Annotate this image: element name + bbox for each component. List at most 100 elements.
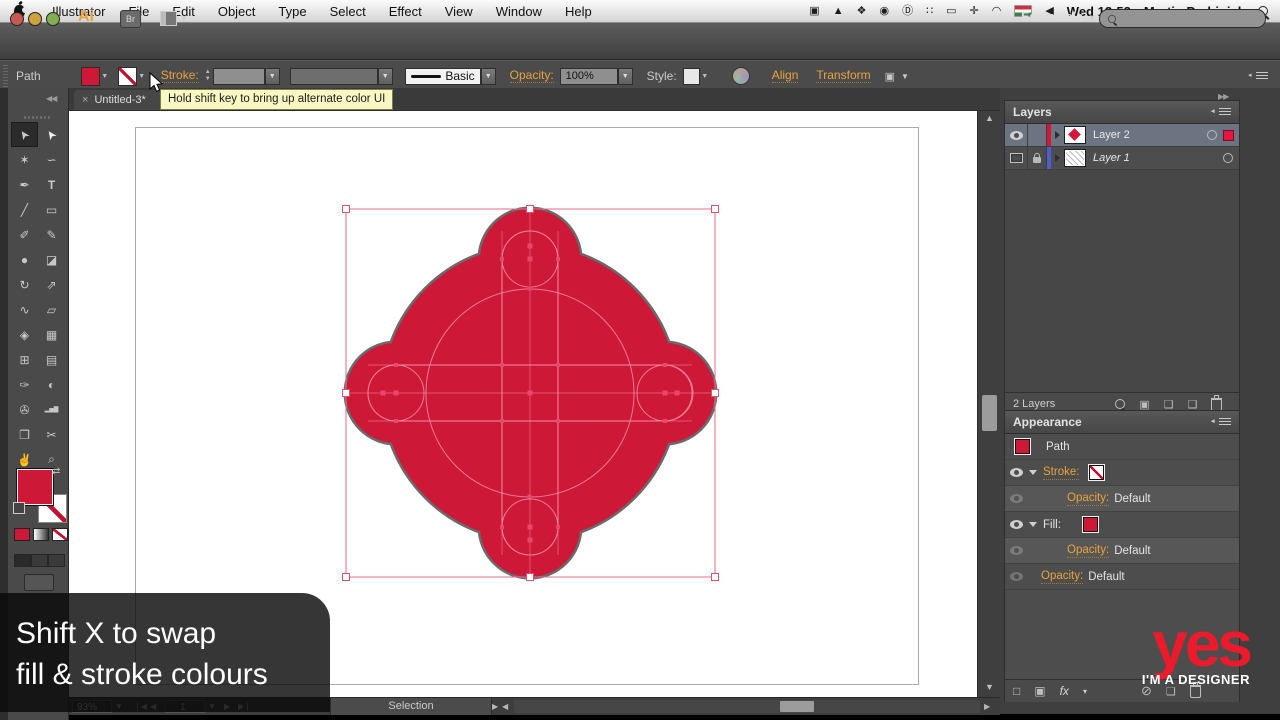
wifi-icon[interactable]: ◠	[992, 0, 1002, 22]
bridge-button[interactable]: Br	[120, 10, 141, 28]
screen-mode-button[interactable]	[24, 574, 54, 591]
control-panel-menu-icon[interactable]	[1256, 72, 1268, 80]
panel-grip[interactable]	[3, 65, 8, 87]
collapse-tools-icon[interactable]: ◀◀	[46, 94, 56, 103]
vertical-scrollbar[interactable]: ▲ ▼	[977, 110, 1001, 697]
handle-bottom-center[interactable]	[527, 574, 534, 581]
visibility-cell[interactable]	[1005, 124, 1028, 146]
type-tool[interactable]: T	[38, 172, 65, 197]
opacity-attribute-label[interactable]: Opacity:	[1041, 570, 1083, 584]
none-button[interactable]	[52, 528, 68, 541]
new-sublayer-icon[interactable]: ❏	[1164, 398, 1174, 411]
default-fill-stroke-icon[interactable]	[13, 502, 25, 514]
vertical-scroll-thumb[interactable]	[982, 395, 997, 431]
transform-link[interactable]: Transform	[816, 69, 870, 83]
fill-color-swatch[interactable]	[1083, 517, 1098, 532]
display-icon[interactable]: ▭	[946, 0, 956, 22]
menu-item[interactable]: Object	[218, 4, 256, 19]
artboard-tool[interactable]: ❐	[11, 422, 38, 447]
menu-item[interactable]: View	[445, 4, 473, 19]
mesh-tool[interactable]: ⊞	[11, 347, 38, 372]
stroke-weight-field[interactable]	[213, 68, 265, 85]
add-new-fill-icon[interactable]: ▣	[1034, 684, 1045, 698]
stroke-color-swatch[interactable]	[118, 67, 137, 86]
handle-bottom-right[interactable]	[712, 574, 719, 581]
draw-normal-button[interactable]	[14, 554, 31, 567]
visibility-cell[interactable]	[1005, 564, 1027, 589]
visibility-cell[interactable]	[1005, 147, 1028, 169]
perspective-grid-tool[interactable]: ▦	[38, 322, 65, 347]
delete-layer-icon[interactable]	[1211, 398, 1222, 411]
lock-cell[interactable]	[1028, 147, 1047, 169]
layer-row-layer1[interactable]: Layer 1	[1005, 147, 1239, 170]
lock-cell[interactable]	[1028, 124, 1047, 146]
stroke-weight-stepper[interactable]: ▲▼	[205, 70, 211, 82]
slice-tool[interactable]: ✂	[38, 422, 65, 447]
keyboard-layout-icon[interactable]: ∷	[926, 0, 933, 22]
gradient-tool[interactable]: ▤	[38, 347, 65, 372]
scroll-right-icon[interactable]: ▶	[984, 702, 990, 711]
layer-name[interactable]: Layer 1	[1093, 152, 1130, 164]
isolate-selected-object-icon[interactable]: ▣	[885, 70, 895, 83]
effect-caret-icon[interactable]: ▾	[1083, 687, 1087, 696]
menu-item[interactable]: Help	[565, 4, 592, 19]
window-zoom-button[interactable]	[46, 12, 60, 26]
handle-middle-left[interactable]	[343, 390, 350, 397]
rotate-tool[interactable]: ↻	[11, 272, 38, 297]
direct-selection-tool[interactable]: ➤	[38, 122, 65, 147]
scale-tool[interactable]: ⇗	[38, 272, 65, 297]
stroke-weight-dropdown[interactable]: ▼	[265, 68, 280, 85]
close-tab-icon[interactable]: ×	[82, 94, 88, 106]
fill-color-dropdown[interactable]: ▼	[100, 68, 110, 85]
creative-cloud-icon[interactable]: ◉	[879, 0, 889, 22]
magic-wand-tool[interactable]: ✶	[11, 147, 38, 172]
brush-definition-dropdown[interactable]: Basic	[405, 68, 481, 85]
visibility-cell[interactable]	[1005, 512, 1027, 537]
menu-item[interactable]: Window	[496, 4, 542, 19]
opacity-attribute-label[interactable]: Opacity:	[1067, 492, 1109, 506]
opacity-field[interactable]: 100%	[560, 68, 618, 85]
brush-definition-caret[interactable]: ▼	[481, 68, 496, 85]
stepper-down-icon[interactable]: ▼	[205, 77, 211, 82]
add-effect-icon[interactable]: fx	[1060, 684, 1069, 698]
locate-object-icon[interactable]	[1115, 399, 1125, 409]
appearance-stroke-row[interactable]: Stroke:	[1005, 460, 1239, 486]
status-caret-icon[interactable]: ▶	[492, 702, 498, 711]
parallels-icon[interactable]: Ⓓ	[902, 0, 913, 22]
add-new-stroke-icon[interactable]: □	[1013, 684, 1020, 698]
lasso-tool[interactable]: ∽	[38, 147, 65, 172]
window-minimize-button[interactable]	[28, 12, 42, 26]
handle-middle-right[interactable]	[712, 390, 719, 397]
scroll-down-icon[interactable]: ▼	[978, 682, 1001, 692]
shape-builder-tool[interactable]: ◈	[11, 322, 38, 347]
chevron-down-icon[interactable]: ▼	[901, 72, 909, 81]
expand-triangle-icon[interactable]	[1029, 522, 1037, 527]
horizontal-scroll-thumb[interactable]	[780, 701, 814, 712]
layer-row-layer2[interactable]: Layer 2	[1005, 124, 1239, 147]
gradient-button[interactable]	[33, 528, 49, 541]
color-button[interactable]	[14, 528, 30, 541]
menu-item[interactable]: Select	[330, 4, 366, 19]
opacity-label[interactable]: Opacity:	[510, 69, 554, 83]
style-swatch[interactable]	[683, 68, 700, 85]
draw-inside-button[interactable]	[48, 554, 65, 567]
pen-tool[interactable]: ✒	[11, 172, 38, 197]
scroll-left-icon[interactable]: ◀	[502, 702, 508, 711]
line-segment-tool[interactable]: ╱	[11, 197, 38, 222]
menu-item[interactable]: Effect	[389, 4, 422, 19]
stroke-attribute-label[interactable]: Stroke:	[1043, 466, 1079, 480]
panel-menu-icon[interactable]	[1219, 108, 1231, 116]
stroke-color-dropdown[interactable]: ▼	[137, 68, 147, 85]
width-tool[interactable]: ∿	[11, 297, 38, 322]
visibility-cell[interactable]	[1005, 538, 1027, 563]
window-close-button[interactable]	[10, 12, 24, 26]
align-link[interactable]: Align	[772, 69, 799, 83]
swap-fill-stroke-icon[interactable]: ⇄	[52, 466, 60, 477]
stroke-none-swatch[interactable]	[1089, 465, 1104, 480]
clipping-mask-icon[interactable]: ▣	[1139, 398, 1149, 411]
disclosure-triangle-icon[interactable]	[1055, 131, 1060, 139]
paintbrush-tool[interactable]: ✐	[11, 222, 38, 247]
arrange-documents-button[interactable]: ▼	[160, 10, 190, 26]
drive-icon[interactable]: ▲	[833, 0, 844, 22]
universal-access-icon[interactable]: ✛	[969, 0, 978, 22]
